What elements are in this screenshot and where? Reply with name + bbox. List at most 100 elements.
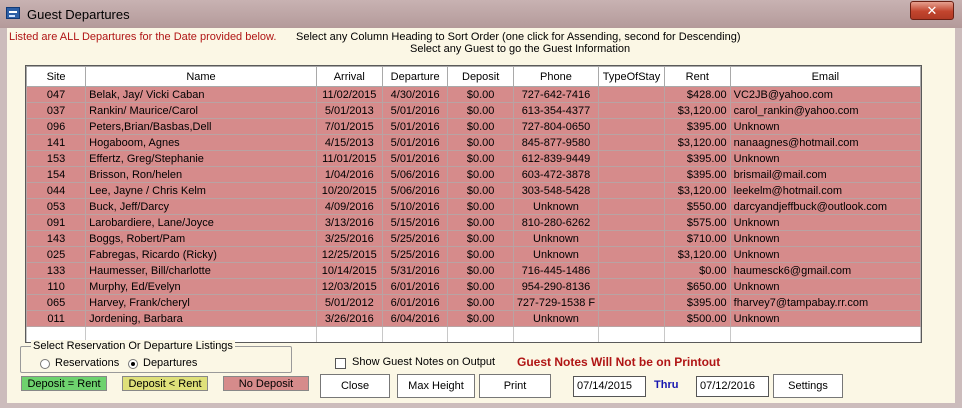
cell-type[interactable]	[598, 310, 665, 327]
cell-departure[interactable]: 5/31/2016	[381, 262, 449, 279]
table-row[interactable]: 154 Brisson, Ron/helen 1/04/2016 5/06/2016 $…	[26, 166, 921, 183]
cell-type[interactable]	[598, 230, 665, 247]
cell-deposit[interactable]: $0.00	[447, 166, 514, 183]
cell-deposit[interactable]: $0.00	[447, 262, 514, 279]
cell-deposit[interactable]: $0.00	[447, 134, 514, 151]
cell-type[interactable]	[598, 118, 665, 135]
table-row[interactable]: 053 Buck, Jeff/Darcy 4/09/2016 5/10/2016 $0.…	[26, 198, 921, 215]
cell-phone[interactable]: 716-445-1486	[512, 262, 600, 279]
cell-name[interactable]: Fabregas, Ricardo (Ricky)	[85, 246, 317, 263]
cell-departure[interactable]: 6/01/2016	[381, 278, 449, 295]
cell-deposit[interactable]: $0.00	[447, 230, 514, 247]
cell-rent[interactable]: $395.00	[663, 118, 731, 135]
cell-deposit[interactable]: $0.00	[447, 198, 514, 215]
cell-arrival[interactable]: 10/20/2015	[315, 182, 383, 199]
print-button[interactable]: Print	[479, 374, 551, 398]
table-row[interactable]: 037 Rankin/ Maurice/Carol 5/01/2013 5/01/20…	[26, 102, 921, 119]
cell-phone[interactable]: Unknown	[512, 198, 600, 215]
table-row[interactable]: 133 Haumesser, Bill/charlotte 10/14/2015 5/…	[26, 262, 921, 279]
cell-email[interactable]: Unknown	[729, 150, 921, 167]
column-header-phone[interactable]: Phone	[512, 66, 600, 87]
cell-name[interactable]: Hogaboom, Agnes	[85, 134, 317, 151]
cell-type[interactable]	[598, 294, 665, 311]
cell-email[interactable]: Unknown	[729, 118, 921, 135]
cell-site[interactable]: 091	[26, 214, 87, 231]
max-height-button[interactable]: Max Height	[397, 374, 475, 398]
cell-site[interactable]: 133	[26, 262, 87, 279]
cell-arrival[interactable]: 3/26/2016	[315, 310, 383, 327]
cell-site[interactable]: 047	[26, 86, 87, 103]
departures-grid[interactable]: Site Name Arrival Departure Deposit Phon…	[25, 65, 922, 343]
departures-radio[interactable]	[128, 359, 138, 369]
cell-site[interactable]: 053	[26, 198, 87, 215]
cell-departure[interactable]: 4/30/2016	[381, 86, 449, 103]
cell-rent[interactable]: $428.00	[663, 86, 731, 103]
table-row[interactable]: 153 Effertz, Greg/Stephanie 11/01/2015 5/01…	[26, 150, 921, 167]
cell-name[interactable]: Belak, Jay/ Vicki Caban	[85, 86, 317, 103]
cell-type[interactable]	[598, 198, 665, 215]
cell-email[interactable]: haumesck6@gmail.com	[729, 262, 921, 279]
cell-rent[interactable]: $3,120.00	[663, 182, 731, 199]
cell-deposit[interactable]: $0.00	[447, 310, 514, 327]
cell-name[interactable]: Larobardiere, Lane/Joyce	[85, 214, 317, 231]
cell-departure[interactable]: 5/10/2016	[381, 198, 449, 215]
cell-rent[interactable]: $500.00	[663, 310, 731, 327]
cell-rent[interactable]: $575.00	[663, 214, 731, 231]
cell-type[interactable]	[598, 262, 665, 279]
from-date-input[interactable]: 07/14/2015	[573, 376, 646, 397]
settings-button[interactable]: Settings	[773, 374, 843, 398]
cell-arrival[interactable]: 12/03/2015	[315, 278, 383, 295]
cell-departure[interactable]: 5/01/2016	[381, 102, 449, 119]
cell-type[interactable]	[598, 182, 665, 199]
table-row[interactable]: 143 Boggs, Robert/Pam 3/25/2016 5/25/2016 $0…	[26, 230, 921, 247]
cell-site[interactable]: 110	[26, 278, 87, 295]
cell-departure[interactable]: 5/01/2016	[381, 150, 449, 167]
cell-rent[interactable]: $0.00	[663, 262, 731, 279]
to-date-input[interactable]: 07/12/2016	[696, 376, 769, 397]
column-header-deposit[interactable]: Deposit	[447, 66, 514, 87]
departures-radio-label[interactable]: Departures	[143, 357, 197, 369]
cell-email[interactable]: Unknown	[729, 230, 921, 247]
cell-site[interactable]: 044	[26, 182, 87, 199]
cell-arrival[interactable]: 11/01/2015	[315, 150, 383, 167]
cell-rent[interactable]: $395.00	[663, 166, 731, 183]
cell-deposit[interactable]: $0.00	[447, 278, 514, 295]
cell-email[interactable]: Unknown	[729, 310, 921, 327]
cell-phone[interactable]: 954-290-8136	[512, 278, 600, 295]
cell-name[interactable]: Buck, Jeff/Darcy	[85, 198, 317, 215]
cell-email[interactable]: VC2JB@yahoo.com	[729, 86, 921, 103]
cell-departure[interactable]: 5/01/2016	[381, 134, 449, 151]
cell-phone[interactable]: 810-280-6262	[512, 214, 600, 231]
column-header-name[interactable]: Name	[85, 66, 317, 87]
column-header-arrival[interactable]: Arrival	[315, 66, 383, 87]
cell-phone[interactable]: Unknown	[512, 310, 600, 327]
cell-departure[interactable]: 5/01/2016	[381, 118, 449, 135]
cell-phone[interactable]: 303-548-5428	[512, 182, 600, 199]
show-guest-notes-label[interactable]: Show Guest Notes on Output	[352, 356, 495, 368]
cell-departure[interactable]: 6/01/2016	[381, 294, 449, 311]
cell-departure[interactable]: 5/06/2016	[381, 166, 449, 183]
table-row[interactable]: 047 Belak, Jay/ Vicki Caban 11/02/2015 4/30…	[26, 86, 921, 103]
reservations-radio[interactable]	[40, 359, 50, 369]
cell-arrival[interactable]: 10/14/2015	[315, 262, 383, 279]
cell-name[interactable]: Jordening, Barbara	[85, 310, 317, 327]
cell-phone[interactable]: Unknown	[512, 246, 600, 263]
cell-phone[interactable]: Unknown	[512, 230, 600, 247]
cell-email[interactable]: leekelm@hotmail.com	[729, 182, 921, 199]
cell-type[interactable]	[598, 102, 665, 119]
table-row[interactable]: 011 Jordening, Barbara 3/26/2016 6/04/2016 $…	[26, 310, 921, 327]
cell-email[interactable]: Unknown	[729, 278, 921, 295]
cell-rent[interactable]: $395.00	[663, 150, 731, 167]
cell-arrival[interactable]: 7/01/2015	[315, 118, 383, 135]
cell-site[interactable]: 141	[26, 134, 87, 151]
reservations-radio-label[interactable]: Reservations	[55, 357, 119, 369]
cell-site[interactable]: 025	[26, 246, 87, 263]
table-row[interactable]: 044 Lee, Jayne / Chris Kelm 10/20/2015 5/06…	[26, 182, 921, 199]
cell-email[interactable]: darcyandjeffbuck@outlook.com	[729, 198, 921, 215]
cell-type[interactable]	[598, 166, 665, 183]
table-row[interactable]: 091 Larobardiere, Lane/Joyce 3/13/2016 5/15…	[26, 214, 921, 231]
cell-arrival[interactable]: 3/13/2016	[315, 214, 383, 231]
cell-site[interactable]: 011	[26, 310, 87, 327]
cell-phone[interactable]: 845-877-9580	[512, 134, 600, 151]
table-row[interactable]: 065 Harvey, Frank/cheryl 5/01/2012 6/01/201…	[26, 294, 921, 311]
